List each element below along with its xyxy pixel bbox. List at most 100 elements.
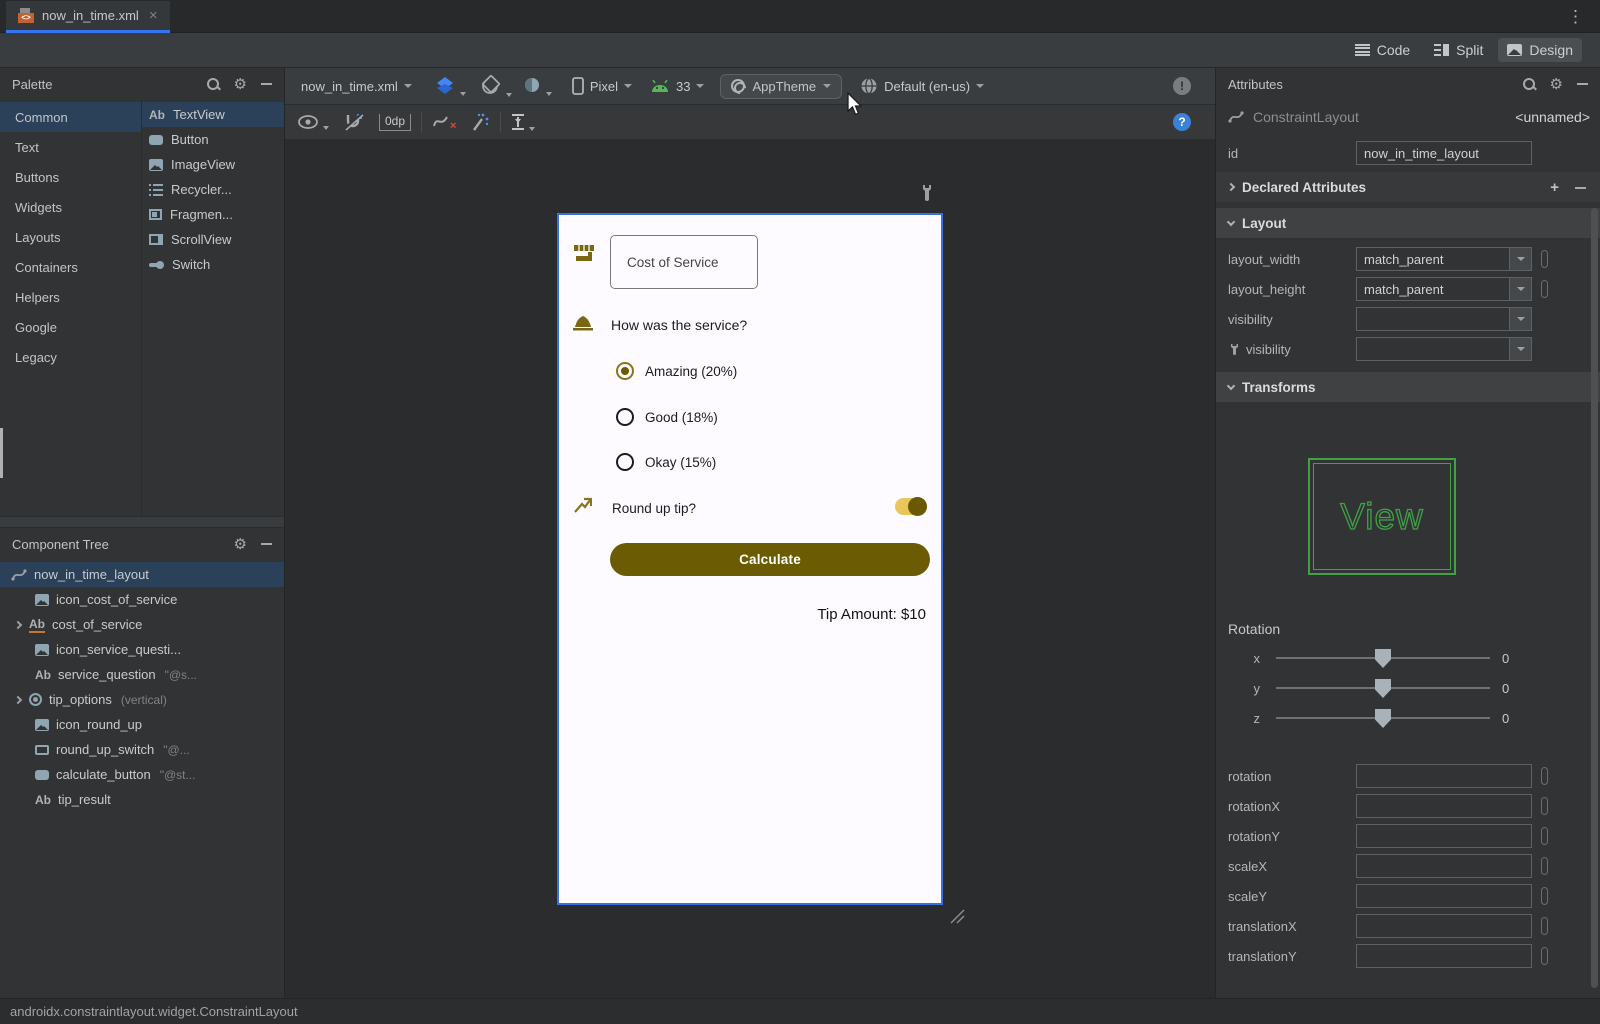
- attribute-flag-icon[interactable]: [1541, 887, 1548, 905]
- palette-item-textview[interactable]: Ab TextView: [142, 102, 284, 127]
- rotation-y-slider[interactable]: [1276, 687, 1490, 689]
- radio-option-amazing[interactable]: Amazing (20%): [616, 362, 737, 380]
- design-canvas[interactable]: Cost of Service How was the service? Ama…: [285, 140, 1215, 998]
- palette-item-scrollview[interactable]: ScrollView: [142, 227, 284, 252]
- palette-category-common[interactable]: Common: [0, 102, 141, 132]
- palette-category-widgets[interactable]: Widgets: [0, 192, 141, 222]
- attribute-flag-icon[interactable]: [1541, 767, 1548, 785]
- split-mode-button[interactable]: Split: [1425, 38, 1492, 62]
- rotation-input[interactable]: [1356, 764, 1532, 788]
- layout-height-dropdown[interactable]: match_parent: [1356, 277, 1532, 301]
- file-dropdown[interactable]: now_in_time.xml: [301, 79, 412, 94]
- chevron-right-icon[interactable]: [14, 695, 22, 703]
- palette-item-recyclerview[interactable]: Recycler...: [142, 177, 284, 202]
- transforms-section-header[interactable]: Transforms: [1216, 372, 1600, 402]
- rotation-z-slider[interactable]: [1276, 717, 1490, 719]
- add-attribute-icon[interactable]: +: [1550, 179, 1559, 196]
- tab-now-in-time-xml[interactable]: <> now_in_time.xml ×: [6, 1, 170, 33]
- dropdown-button[interactable]: [1509, 338, 1531, 360]
- translationx-input[interactable]: [1356, 914, 1532, 938]
- scalex-input[interactable]: [1356, 854, 1532, 878]
- attribute-flag-icon[interactable]: [1541, 827, 1548, 845]
- palette-category-helpers[interactable]: Helpers: [0, 282, 141, 312]
- remove-attribute-icon[interactable]: [1575, 179, 1586, 196]
- declared-attributes-section[interactable]: Declared Attributes +: [1216, 172, 1600, 202]
- round-up-switch[interactable]: [895, 498, 925, 515]
- gear-icon[interactable]: ⚙: [234, 537, 247, 552]
- slider-thumb[interactable]: [1375, 649, 1391, 668]
- palette-category-containers[interactable]: Containers: [0, 252, 141, 282]
- kebab-menu-icon[interactable]: ⋮: [1561, 5, 1590, 29]
- palette-item-imageview[interactable]: ImageView: [142, 152, 284, 177]
- radio-option-good[interactable]: Good (18%): [616, 408, 718, 426]
- dropdown-button[interactable]: [1509, 278, 1531, 300]
- hide-panel-icon[interactable]: [261, 83, 272, 85]
- radio-selected-icon[interactable]: [616, 362, 634, 380]
- tree-item-root-layout[interactable]: now_in_time_layout: [0, 562, 284, 587]
- panel-splitter[interactable]: [0, 516, 284, 528]
- tree-item-tip-options[interactable]: tip_options (vertical): [0, 687, 284, 712]
- infer-constraints-button[interactable]: [468, 112, 490, 132]
- default-margin-button[interactable]: 0dp: [379, 114, 411, 131]
- help-icon[interactable]: ?: [1173, 113, 1191, 131]
- tree-item-calculate-button[interactable]: calculate_button "@st...: [0, 762, 284, 787]
- attribute-flag-icon[interactable]: [1541, 250, 1548, 268]
- tree-item-cost-of-service[interactable]: Ab cost_of_service: [0, 612, 284, 637]
- dropdown-button[interactable]: [1509, 308, 1531, 330]
- radio-unselected-icon[interactable]: [616, 408, 634, 426]
- night-mode-button[interactable]: [522, 76, 552, 96]
- canvas-resize-handle[interactable]: [949, 908, 965, 924]
- design-mode-button[interactable]: Design: [1498, 38, 1582, 62]
- translationy-input[interactable]: [1356, 944, 1532, 968]
- phone-preview[interactable]: Cost of Service How was the service? Ama…: [557, 213, 943, 905]
- attribute-flag-icon[interactable]: [1541, 857, 1548, 875]
- tools-visibility-dropdown[interactable]: [1356, 337, 1532, 361]
- cost-of-service-field[interactable]: Cost of Service: [610, 235, 758, 289]
- scaley-input[interactable]: [1356, 884, 1532, 908]
- gear-icon[interactable]: ⚙: [1550, 77, 1563, 92]
- rotationx-input[interactable]: [1356, 794, 1532, 818]
- palette-scrollbar[interactable]: [0, 428, 3, 478]
- pack-button[interactable]: [511, 113, 535, 131]
- palette-category-buttons[interactable]: Buttons: [0, 162, 141, 192]
- tree-item-tip-result[interactable]: Ab tip_result: [0, 787, 284, 812]
- attribute-flag-icon[interactable]: [1541, 917, 1548, 935]
- rotationy-input[interactable]: [1356, 824, 1532, 848]
- theme-dropdown[interactable]: AppTheme: [720, 74, 842, 99]
- api-dropdown[interactable]: 33: [650, 79, 704, 94]
- design-surface-button[interactable]: [434, 76, 466, 96]
- issues-icon[interactable]: !: [1173, 77, 1191, 95]
- palette-item-button[interactable]: Button: [142, 127, 284, 152]
- palette-category-text[interactable]: Text: [0, 132, 141, 162]
- search-icon[interactable]: [206, 77, 220, 91]
- locale-dropdown[interactable]: Default (en-us): [860, 77, 984, 95]
- tree-item-service-question[interactable]: Ab service_question "@s...: [0, 662, 284, 687]
- device-dropdown[interactable]: Pixel: [572, 77, 632, 95]
- layout-width-dropdown[interactable]: match_parent: [1356, 247, 1532, 271]
- palette-item-fragment[interactable]: Fragmen...: [142, 202, 284, 227]
- rotation-x-slider[interactable]: [1276, 657, 1490, 659]
- attributes-scrollbar[interactable]: [1591, 208, 1598, 988]
- palette-item-switch[interactable]: Switch: [142, 252, 284, 277]
- chevron-right-icon[interactable]: [14, 620, 22, 628]
- dropdown-button[interactable]: [1509, 248, 1531, 270]
- calculate-button[interactable]: Calculate: [610, 543, 930, 576]
- radio-option-okay[interactable]: Okay (15%): [616, 453, 716, 471]
- palette-category-legacy[interactable]: Legacy: [0, 342, 141, 372]
- transform-view-preview[interactable]: View: [1308, 458, 1456, 575]
- orientation-button[interactable]: [478, 75, 512, 97]
- id-input[interactable]: now_in_time_layout: [1356, 141, 1532, 165]
- attribute-flag-icon[interactable]: [1541, 280, 1548, 298]
- clear-constraints-button[interactable]: ×: [432, 112, 456, 132]
- code-mode-button[interactable]: Code: [1346, 38, 1419, 62]
- tree-item-icon-service-question[interactable]: icon_service_questi...: [0, 637, 284, 662]
- visibility-dropdown[interactable]: [1356, 307, 1532, 331]
- attribute-flag-icon[interactable]: [1541, 797, 1548, 815]
- layout-section-header[interactable]: Layout: [1216, 208, 1600, 238]
- tree-item-icon-cost-of-service[interactable]: icon_cost_of_service: [0, 587, 284, 612]
- palette-category-google[interactable]: Google: [0, 312, 141, 342]
- autoconnect-button[interactable]: [343, 112, 365, 132]
- slider-thumb[interactable]: [1375, 709, 1391, 728]
- attribute-flag-icon[interactable]: [1541, 947, 1548, 965]
- close-icon[interactable]: ×: [149, 7, 158, 24]
